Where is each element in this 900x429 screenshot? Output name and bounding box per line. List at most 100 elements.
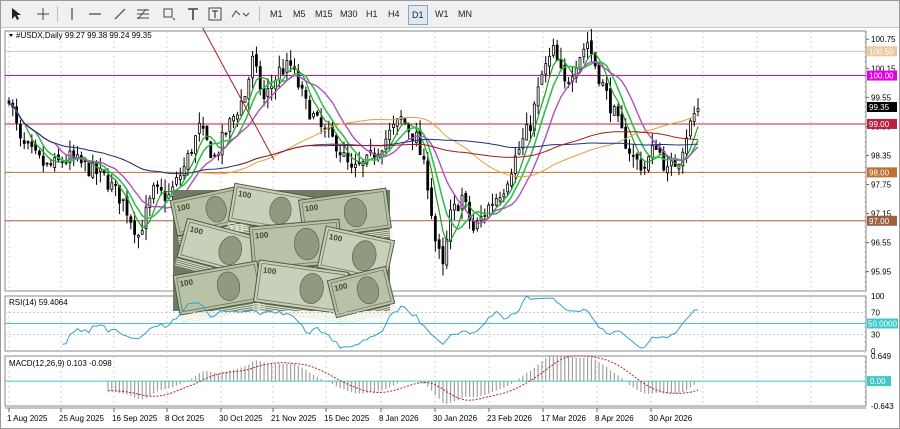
candle — [182, 157, 186, 181]
candle — [399, 110, 403, 124]
candle — [586, 31, 590, 60]
candle — [125, 189, 129, 224]
candle — [38, 149, 41, 159]
candle — [156, 180, 159, 194]
candle — [315, 110, 319, 117]
ma-long-line[interactable] — [197, 28, 275, 161]
trendline-icon[interactable] — [111, 5, 129, 23]
candle — [266, 78, 270, 109]
candle — [445, 230, 449, 269]
candle — [635, 152, 639, 170]
date-axis-label: 8 Oct 2025 — [165, 414, 205, 423]
candle — [647, 154, 650, 173]
candle — [243, 95, 247, 103]
candle — [369, 138, 373, 157]
price-axis-label: 100.75 — [871, 35, 896, 44]
macd-signal-line[interactable] — [108, 355, 699, 401]
candle — [285, 52, 289, 81]
candle — [338, 145, 342, 163]
timeframe-h1[interactable]: H1 — [363, 5, 381, 23]
vertical-line-icon[interactable] — [63, 5, 81, 23]
price-axis-label: 99.55 — [871, 93, 892, 102]
candle — [312, 111, 315, 120]
timeframe-m30[interactable]: M30 — [337, 5, 361, 23]
horizontal-line-icon[interactable] — [86, 5, 104, 23]
date-axis-label: 23 Feb 2026 — [487, 414, 532, 423]
candle — [22, 132, 26, 150]
candle — [605, 75, 609, 100]
candle — [224, 132, 228, 137]
candle — [7, 97, 11, 106]
date-axis-label: 30 Oct 2025 — [219, 414, 263, 423]
candle — [551, 38, 555, 58]
level-tag-value: 100.50 — [869, 47, 894, 56]
candle — [616, 103, 620, 123]
candle — [137, 234, 140, 249]
timeframe-mn[interactable]: MN — [455, 5, 475, 23]
timeframe-w1[interactable]: W1 — [432, 5, 452, 23]
candle — [98, 157, 102, 183]
date-axis-label: 30 Jan 2026 — [433, 414, 478, 423]
timeframe-h4[interactable]: H4 — [385, 5, 403, 23]
candle — [95, 160, 98, 185]
price-axis-label: 95.95 — [871, 268, 892, 277]
text-icon[interactable] — [184, 5, 202, 23]
rsi-axis-label: 70 — [871, 309, 880, 318]
candle — [525, 112, 529, 141]
date-axis-label: 16 Sep 2025 — [112, 414, 158, 423]
timeframe-m5[interactable]: M5 — [290, 5, 309, 23]
date-axis-label: 30 Apr 2026 — [649, 414, 693, 423]
candle — [354, 153, 357, 178]
fibonacci-icon[interactable] — [134, 5, 152, 23]
candle — [205, 125, 209, 142]
candle — [590, 28, 593, 62]
shapes-icon[interactable] — [160, 5, 178, 23]
symbol-dropdown-icon[interactable] — [9, 34, 13, 37]
candle — [190, 148, 194, 157]
candle — [422, 148, 426, 165]
candle — [239, 89, 243, 117]
text-label-icon[interactable] — [206, 5, 224, 23]
chart-toolbar: M1 M5 M15 M30 H1 H4 D1 W1 MN — [1, 1, 899, 28]
candle — [281, 59, 285, 76]
candle — [452, 194, 456, 221]
candle — [201, 116, 205, 136]
chevron-down-icon[interactable] — [229, 5, 251, 23]
candle — [232, 114, 235, 129]
candle — [304, 86, 308, 110]
candle — [521, 128, 525, 156]
candle — [247, 76, 251, 110]
candle — [220, 124, 224, 165]
date-axis-label: 17 Mar 2026 — [541, 414, 586, 423]
candle — [582, 43, 586, 64]
candle — [491, 193, 494, 213]
rsi-axis-label: 100 — [871, 292, 885, 301]
candle — [178, 167, 182, 186]
candle — [64, 154, 68, 166]
candle — [209, 140, 213, 159]
candle — [510, 168, 513, 189]
candle — [83, 159, 87, 172]
candle — [26, 140, 30, 150]
candle — [57, 148, 60, 162]
date-axis-label: 25 Aug 2025 — [59, 414, 104, 423]
candle — [41, 144, 45, 173]
candle — [430, 178, 433, 220]
candle — [121, 198, 125, 212]
candle — [293, 58, 296, 75]
candle — [631, 144, 635, 168]
candle — [262, 80, 266, 107]
candle — [392, 115, 395, 135]
date-axis-label: 21 Nov 2025 — [271, 414, 317, 423]
candle — [373, 147, 376, 165]
timeframe-m15[interactable]: M15 — [312, 5, 336, 23]
crosshair-icon[interactable] — [34, 5, 52, 23]
price-axis-label: 98.35 — [871, 151, 892, 160]
svg-text:100: 100 — [255, 230, 270, 240]
chart-area[interactable]: 100100100100 100 100100100100 100.75100.15… — [1, 28, 899, 428]
candle — [437, 233, 441, 259]
cursor-arrow-icon[interactable] — [7, 5, 25, 23]
timeframe-m1[interactable]: M1 — [267, 5, 286, 23]
timeframe-d1[interactable]: D1 — [408, 5, 428, 25]
candle — [441, 237, 445, 276]
